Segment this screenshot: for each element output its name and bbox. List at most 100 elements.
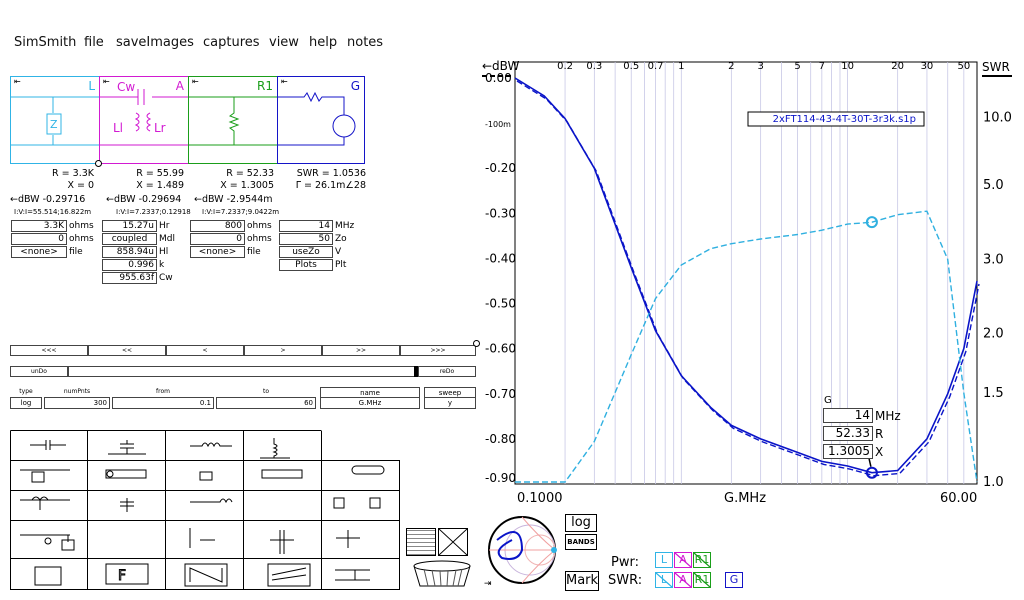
undo-button[interactable]: unDo — [10, 366, 68, 377]
G-gamma: Γ = 26.1m∠28 — [295, 179, 366, 191]
R1-unit: ohms — [247, 221, 272, 231]
G-plots-field[interactable]: Plots — [279, 259, 333, 271]
top-tick-label: 10 — [841, 61, 854, 72]
L-resistance-field[interactable]: 3.3K — [11, 220, 67, 232]
A-hl-field[interactable]: 858.94u — [102, 246, 157, 258]
probe-dot[interactable] — [95, 160, 102, 167]
nav-fast-forward-button[interactable]: >> — [322, 345, 400, 356]
sweep-numpnts-header: numPnts — [63, 388, 91, 395]
cursor-title: G — [824, 395, 832, 406]
sweep-numpnts-field[interactable]: 300 — [44, 397, 110, 409]
R1-reactance-field[interactable]: 0 — [190, 233, 245, 245]
cursor-r-field[interactable]: 52.33 — [823, 426, 873, 441]
menu-captures[interactable]: captures — [203, 35, 260, 50]
smith-chart-thumbnail[interactable]: ⇥ — [482, 510, 562, 590]
menu-simsmith[interactable]: SimSmith — [14, 35, 76, 50]
top-tick-label: 5 — [794, 61, 800, 72]
left-tick-label: -0.20 — [485, 161, 516, 175]
swr-A-checkbox[interactable]: A — [674, 572, 692, 588]
nav-dot[interactable] — [473, 340, 480, 347]
R1-resistance-field[interactable]: 800 — [190, 220, 245, 232]
L-file-field[interactable]: <none> — [11, 246, 67, 258]
L-reactance-field[interactable]: 0 — [11, 233, 67, 245]
x-end-label: 60.00 — [940, 491, 977, 506]
sweep-name-field[interactable]: G.MHz — [320, 397, 420, 409]
cursor-freq-field[interactable]: 14 — [823, 408, 873, 423]
R1-file-field[interactable]: <none> — [190, 246, 245, 258]
block-A[interactable]: ⇤ A Cw Ll Lr — [99, 76, 190, 164]
left-tick-label: -100m — [485, 120, 511, 129]
block-R1[interactable]: ⇤ R1 — [188, 76, 279, 164]
menu-view[interactable]: view — [269, 35, 299, 50]
L-unit: ohms — [69, 234, 94, 244]
redo-button[interactable]: reDo — [418, 366, 476, 377]
G-swr: SWR = 1.0536 — [296, 168, 366, 179]
x-name-label: G.MHz — [724, 491, 766, 506]
sweep-type-header: type — [19, 388, 33, 395]
nav-forward-button[interactable]: > — [244, 345, 322, 356]
A-unit: k — [159, 260, 165, 270]
top-tick-label: 0.3 — [586, 61, 602, 72]
right-axis-label: SWR — [982, 60, 1010, 74]
ferrite-core-icon[interactable] — [410, 560, 474, 590]
menu-saveimages[interactable]: saveImages — [116, 35, 194, 50]
cursor-x-field[interactable]: 1.3005 — [823, 444, 873, 459]
top-tick-label: 30 — [921, 61, 934, 72]
undo-history-track[interactable] — [68, 366, 416, 377]
R1-info: R = 52.33 X = 1.3005 — [190, 168, 274, 191]
sweep-chart[interactable]: 0.2 0.3 0.5 0.7 1 2 3 5 7 10 20 30 50 0.00 -100m -0.20 -… — [480, 56, 1016, 506]
G-v-field[interactable]: useZo — [279, 246, 333, 258]
A-model-field[interactable]: coupled — [102, 233, 157, 245]
log-button[interactable]: log — [565, 514, 597, 532]
thumbnail-lines[interactable] — [406, 528, 436, 556]
swr-L-checkbox[interactable]: L — [655, 572, 673, 588]
R1-unit: ohms — [247, 234, 272, 244]
menu-file[interactable]: file — [84, 35, 104, 50]
pwr-L-checkbox[interactable]: L — [655, 552, 673, 568]
pwr-label: Pwr: — [611, 555, 639, 570]
R1-dbw: ←dBW -2.9544m — [194, 194, 273, 205]
nav-fast-back-button[interactable]: << — [88, 345, 166, 356]
G-freq-field[interactable]: 14 — [279, 220, 333, 232]
A-k-field[interactable]: 0.996 — [102, 259, 157, 271]
sweep-to-field[interactable]: 60 — [216, 397, 316, 409]
block-L[interactable]: ⇤ L Z — [10, 76, 101, 164]
swr-R1-checkbox[interactable]: R1 — [693, 572, 711, 588]
sweep-from-header: from — [156, 388, 170, 395]
sweep-sweep-field[interactable]: y — [424, 397, 476, 409]
A-cw-field[interactable]: 955.63f — [102, 272, 157, 284]
file-label: 2xFT114-43-4T-30T-3r3k.s1p — [773, 114, 916, 125]
G-zo-field[interactable]: 50 — [279, 233, 333, 245]
pwr-R1-checkbox[interactable]: R1 — [693, 552, 711, 568]
thumbnail-cross[interactable] — [438, 528, 468, 556]
nav-first-button[interactable]: <<< — [10, 345, 88, 356]
top-tick-label: 3 — [757, 61, 763, 72]
A-hr-field[interactable]: 15.27u — [102, 220, 157, 232]
menu-notes[interactable]: notes — [347, 35, 383, 50]
transformer-schematic — [100, 89, 190, 146]
right-tick-label: 10.0 — [983, 111, 1012, 126]
bands-button[interactable]: BANDS — [565, 534, 597, 550]
sweep-from-field[interactable]: 0.1 — [112, 397, 214, 409]
menu-help[interactable]: help — [309, 35, 337, 50]
top-tick-label: 20 — [891, 61, 904, 72]
sweep-type-field[interactable]: log — [10, 397, 42, 409]
L-unit: file — [69, 247, 83, 257]
A-x: X = 1.489 — [136, 179, 184, 191]
mark-button[interactable]: Mark — [565, 571, 599, 591]
component-palette: F — [10, 430, 400, 590]
swr-checkboxes: L A R1 G — [655, 572, 745, 590]
right-tick-label: 3.0 — [983, 252, 1004, 267]
block-G[interactable]: ⇤ G — [277, 76, 365, 164]
swr-G-checkbox[interactable]: G — [725, 572, 743, 588]
G-unit: V — [335, 247, 342, 257]
left-tick-label: -0.60 — [485, 342, 516, 356]
nav-back-button[interactable]: < — [166, 345, 244, 356]
x-start-label: 0.1000 — [517, 491, 563, 506]
A-unit: Hr — [159, 221, 170, 231]
pwr-A-checkbox[interactable]: A — [674, 552, 692, 568]
G-unit: Plt — [335, 260, 347, 270]
sweep-to-header: to — [262, 388, 270, 395]
nav-last-button[interactable]: >>> — [400, 345, 476, 356]
left-tick-label: -0.90 — [485, 471, 516, 485]
